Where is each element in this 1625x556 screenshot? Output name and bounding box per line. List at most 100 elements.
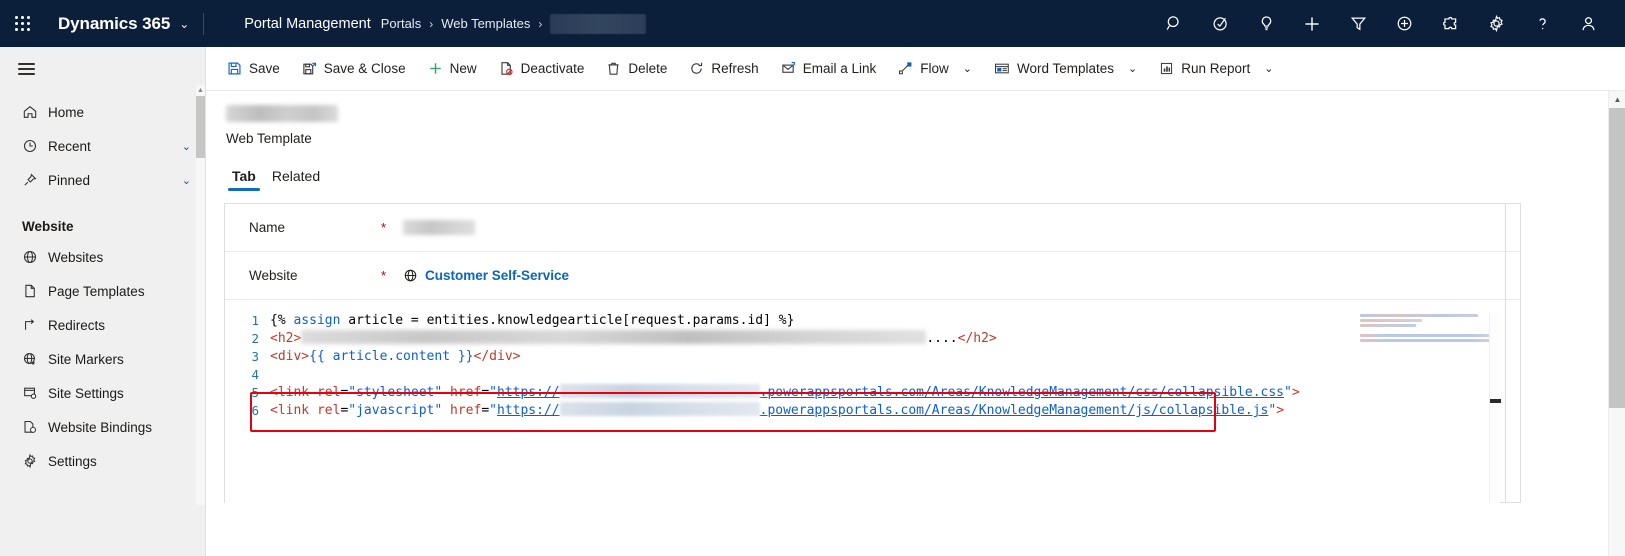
email-a-link-button[interactable]: Email a Link xyxy=(770,47,888,91)
breadcrumb-item-portals[interactable]: Portals xyxy=(381,16,421,31)
website-field-value[interactable]: Customer Self-Service xyxy=(403,268,569,283)
field-label: Website xyxy=(249,268,298,283)
breadcrumb-item-web-templates[interactable]: Web Templates xyxy=(441,16,530,31)
breadcrumb-item-record-redacted[interactable] xyxy=(550,13,647,34)
brand-label: Dynamics 365 xyxy=(58,13,171,33)
refresh-button[interactable]: Refresh xyxy=(678,47,769,91)
code-content: <link rel="javascript" href="https://.po… xyxy=(270,402,1284,420)
chevron-down-icon[interactable]: ⌄ xyxy=(1128,62,1137,75)
sidebar-item-label: Home xyxy=(48,104,85,120)
sidebar-group-header-website: Website xyxy=(22,219,74,234)
code-content: <div>{{ article.content }}</div> xyxy=(270,348,520,366)
command-label: Word Templates xyxy=(1016,61,1115,76)
minimap-line xyxy=(1360,334,1492,337)
url-path[interactable]: .powerappsportals.com/Areas/KnowledgeMan… xyxy=(760,385,1284,400)
run-report-button[interactable]: Run Report ⌄ xyxy=(1148,47,1284,91)
word-templates-button[interactable]: Word Templates ⌄ xyxy=(983,47,1148,91)
sidebar-item-settings[interactable]: Settings xyxy=(0,444,205,478)
user-account-icon[interactable] xyxy=(1565,0,1611,47)
html-attribute: href xyxy=(442,385,482,400)
globe-icon xyxy=(403,268,418,283)
save-and-close-button[interactable]: Save & Close xyxy=(291,47,417,91)
sidebar-item-pinned[interactable]: Pinned ⌄ xyxy=(0,163,205,197)
attribute-value: "javascript" xyxy=(348,403,443,418)
sidebar-scrollbar-thumb[interactable] xyxy=(196,96,205,158)
delete-button[interactable]: Delete xyxy=(595,47,678,91)
diagnostics-icon[interactable] xyxy=(1197,0,1243,47)
editor-scrollbar[interactable] xyxy=(1489,313,1501,503)
page-scrollbar[interactable]: ▲ xyxy=(1608,91,1625,556)
search-icon[interactable] xyxy=(1151,0,1197,47)
add-icon[interactable] xyxy=(1289,0,1335,47)
site-map-toggle-icon[interactable] xyxy=(0,47,52,91)
sidebar-item-recent[interactable]: Recent ⌄ xyxy=(0,129,205,163)
code-content: <h2> ....</h2> xyxy=(270,330,997,348)
save-button[interactable]: Save xyxy=(216,47,291,91)
name-field-value[interactable] xyxy=(403,220,475,235)
binding-icon xyxy=(22,419,48,435)
chevron-down-icon[interactable]: ⌄ xyxy=(963,62,972,75)
sidebar-item-label: Recent xyxy=(48,138,91,154)
command-label: Save & Close xyxy=(323,61,406,76)
sidebar-item-site-markers[interactable]: Site Markers xyxy=(0,342,205,376)
new-button[interactable]: New xyxy=(417,47,488,91)
scroll-up-arrow-icon[interactable]: ▲ xyxy=(196,85,205,96)
sidebar-primary-items: Home Recent ⌄ Pinned ⌄ xyxy=(0,91,205,197)
connector-icon[interactable] xyxy=(1427,0,1473,47)
tab-related[interactable]: Related xyxy=(266,164,326,191)
code-line: 6 <link rel="javascript" href="https://.… xyxy=(225,402,1499,420)
filter-icon[interactable] xyxy=(1335,0,1381,47)
redacted-domain xyxy=(559,402,760,416)
html-attribute: href xyxy=(442,403,482,418)
liquid-output: {{ article.content }} xyxy=(309,349,474,364)
sidebar-item-website-bindings[interactable]: Website Bindings xyxy=(0,410,205,444)
deactivate-button[interactable]: Deactivate xyxy=(488,47,596,91)
quick-create-icon[interactable] xyxy=(1381,0,1427,47)
sidebar-item-label: Site Settings xyxy=(48,385,124,401)
tab-label: Related xyxy=(271,168,321,184)
sidebar-item-site-settings[interactable]: Site Settings xyxy=(0,376,205,410)
globe-star-icon xyxy=(22,351,48,367)
sidebar-scrollbar[interactable]: ▲ xyxy=(196,85,205,505)
url-path[interactable]: .powerappsportals.com/Areas/KnowledgeMan… xyxy=(760,403,1269,418)
editor-scrollbar-marker[interactable] xyxy=(1490,399,1501,403)
help-icon[interactable] xyxy=(1519,0,1565,47)
command-label: New xyxy=(449,61,477,76)
sidebar-item-redirects[interactable]: Redirects xyxy=(0,308,205,342)
line-number: 6 xyxy=(251,403,259,418)
app-launcher-waffle-icon[interactable] xyxy=(0,0,46,47)
settings-gear-icon[interactable] xyxy=(1473,0,1519,47)
lightbulb-icon[interactable] xyxy=(1243,0,1289,47)
scroll-up-arrow-icon[interactable]: ▲ xyxy=(1609,91,1625,108)
brand-dynamics-365[interactable]: Dynamics 365 ⌄ xyxy=(58,14,189,34)
sidebar-item-home[interactable]: Home xyxy=(0,95,205,129)
url-scheme[interactable]: https:// xyxy=(497,385,560,400)
chevron-down-icon[interactable]: ⌄ xyxy=(1264,62,1273,75)
code-minimap[interactable] xyxy=(1360,314,1495,342)
assignment-operator: = xyxy=(403,313,427,328)
liquid-close-token: %} xyxy=(770,313,795,328)
chevron-down-icon[interactable]: ⌄ xyxy=(182,174,191,187)
sidebar-item-page-templates[interactable]: Page Templates xyxy=(0,274,205,308)
website-lookup-link[interactable]: Customer Self-Service xyxy=(425,268,569,283)
breadcrumb-separator-icon: › xyxy=(429,16,434,31)
email-link-icon xyxy=(781,61,796,76)
flow-button[interactable]: Flow ⌄ xyxy=(887,47,983,91)
attribute-value: "stylesheet" xyxy=(348,385,443,400)
word-template-icon xyxy=(994,61,1010,76)
sidebar-item-websites[interactable]: Websites xyxy=(0,240,205,274)
command-label: Refresh xyxy=(711,61,759,76)
command-label: Run Report xyxy=(1181,61,1251,76)
page-scrollbar-thumb[interactable] xyxy=(1609,108,1625,408)
trash-icon xyxy=(606,61,621,76)
sidebar-item-label: Page Templates xyxy=(48,283,145,299)
app-name-portal-management[interactable]: Portal Management xyxy=(244,16,371,32)
chevron-down-icon[interactable]: ⌄ xyxy=(182,140,191,153)
line-number: 1 xyxy=(251,313,259,328)
equals-token: = xyxy=(481,403,490,418)
tab-tab[interactable]: Tab xyxy=(226,164,262,191)
url-scheme[interactable]: https:// xyxy=(497,403,560,418)
source-code-editor[interactable]: 1 {% assign article = entities.knowledge… xyxy=(225,312,1499,504)
code-content: {% assign article = entities.knowledgear… xyxy=(270,312,794,330)
tag-end-token: > xyxy=(1291,385,1300,400)
